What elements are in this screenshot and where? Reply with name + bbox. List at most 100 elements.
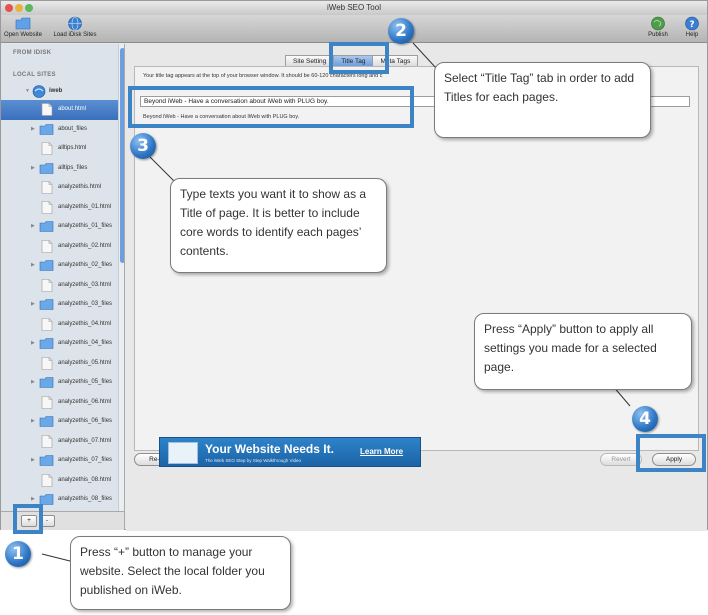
minimize-window-button[interactable] [15,4,23,12]
site-name: iweb [49,88,63,94]
sidebar-item-label: alltips.html [58,145,87,151]
sidebar-item-label: analyzethis_05_files [58,379,113,385]
folder-icon [15,17,31,30]
open-website-button[interactable]: Open Website [3,16,43,38]
sidebar-item-label: analyzethis_06.html [58,398,112,405]
sidebar-item[interactable]: ▶ analyzethis_06_files [1,412,118,432]
sidebar-item-label: analyzethis_04_files [58,340,113,346]
svg-text:?: ? [689,20,694,30]
video-thumbnail-icon [168,442,198,464]
sidebar-item-label: analyzethis.html [58,184,102,190]
window-title: iWeb SEO Tool [327,3,381,12]
local-sites-heading: LOCAL SITES [13,72,56,78]
sidebar-item-label: about.html [58,106,87,112]
html-file-icon [41,317,53,331]
html-file-icon [41,181,53,194]
folder-icon [39,377,54,388]
step-2-badge: 2 [388,18,414,44]
sidebar: FROM IDISK LOCAL SITES ▼ iweb about.html… [1,44,125,511]
globe-icon [68,16,82,31]
disclosure-closed-icon[interactable]: ▶ [31,418,35,424]
html-file-icon [41,473,53,487]
step-3-badge: 3 [130,133,156,159]
sidebar-item[interactable]: about.html [1,100,118,120]
sidebar-item[interactable]: analyzethis_01.html [1,198,118,218]
sidebar-item[interactable]: ▶ about_files [1,120,118,140]
sidebar-item[interactable]: ▶ analyzethis_07_files [1,451,118,471]
sidebar-item-label: alltips_files [58,164,88,171]
load-idisk-button[interactable]: Load iDisk Sites [49,16,101,38]
folder-icon [39,260,54,271]
sidebar-item[interactable]: analyzethis_08.html [1,471,118,491]
disclosure-open-icon[interactable]: ▼ [25,88,30,94]
html-file-icon [41,278,53,292]
sidebar-item-label: analyzethis_02.html [58,242,112,249]
sidebar-item-label: analyzethis_03.html [58,281,112,288]
iweb-site-icon [32,85,46,98]
sidebar-item-label: analyzethis_01.html [58,203,112,210]
sidebar-item[interactable]: ▶ analyzethis_04_files [1,334,118,354]
disclosure-closed-icon[interactable]: ▶ [31,223,35,229]
sidebar-item-label: analyzethis_08.html [58,476,112,483]
disclosure-closed-icon[interactable]: ▶ [31,457,35,463]
step-1-callout: Press “+” button to manage your website.… [70,536,291,610]
sidebar-item-label: analyzethis_06_files [58,418,113,424]
promo-banner[interactable]: Your Website Needs It. The iWeb SEO Step… [159,437,421,467]
title-input-highlight [128,86,414,128]
sidebar-item[interactable]: analyzethis_04.html [1,315,118,335]
publish-label: Publish [648,32,668,38]
sidebar-item-label: analyzethis_03_files [58,301,113,307]
sidebar-item-label: analyzethis_01_files [58,223,113,229]
folder-icon [39,299,54,310]
step-3-callout: Type texts you want it to show as a Titl… [170,178,387,273]
sidebar-item[interactable]: analyzethis_03.html [1,276,118,296]
sidebar-scrollbar[interactable] [118,44,124,511]
help-icon: ? [685,16,699,31]
learn-more-link[interactable]: Learn More [360,447,403,456]
sidebar-item[interactable]: alltips.html [1,139,118,159]
sidebar-item-label: analyzethis_04.html [58,320,112,327]
disclosure-closed-icon[interactable]: ▶ [31,262,35,268]
sidebar-item-label: analyzethis_02_files [58,262,113,268]
step-2-callout: Select “Title Tag” tab in order to add T… [434,62,651,138]
disclosure-closed-icon[interactable]: ▶ [31,496,35,502]
html-file-icon [41,395,53,409]
step-1-badge: 1 [5,541,31,567]
sidebar-item[interactable]: ▶ analyzethis_03_files [1,295,118,315]
sidebar-item[interactable]: ▶ alltips_files [1,159,118,179]
folder-icon [39,455,54,466]
folder-icon [39,416,54,427]
html-file-icon [41,200,53,214]
close-window-button[interactable] [5,4,13,12]
sidebar-item[interactable]: analyzethis_05.html [1,354,118,374]
help-button[interactable]: ? Help [681,16,703,38]
disclosure-closed-icon[interactable]: ▶ [31,126,35,132]
sidebar-item[interactable]: ▶ analyzethis_05_files [1,373,118,393]
publish-globe-icon [651,16,665,31]
sidebar-item[interactable]: analyzethis_02.html [1,237,118,257]
folder-icon [39,338,54,349]
sidebar-item[interactable]: analyzethis_07.html [1,432,118,452]
banner-subline: The iWeb SEO Step by Step Walkthrough Vi… [205,458,301,463]
disclosure-closed-icon[interactable]: ▶ [31,340,35,346]
sidebar-scroll-thumb[interactable] [120,48,124,263]
open-website-label: Open Website [4,32,42,38]
folder-icon [39,162,54,174]
step-4-badge: 4 [632,406,658,432]
sidebar-item[interactable]: ▶ analyzethis_02_files [1,256,118,276]
disclosure-closed-icon[interactable]: ▶ [31,379,35,385]
title-tag-tab-highlight [329,42,389,74]
html-file-icon [41,356,53,370]
sidebar-item[interactable]: analyzethis_06.html [1,393,118,413]
html-file-icon [41,142,53,155]
site-root-item[interactable]: ▼ iweb [1,82,118,102]
banner-headline: Your Website Needs It. [205,442,334,456]
publish-button[interactable]: Publish [645,16,671,38]
disclosure-closed-icon[interactable]: ▶ [31,165,35,171]
sidebar-item[interactable]: ▶ analyzethis_01_files [1,217,118,237]
zoom-window-button[interactable] [25,4,33,12]
toolbar: Open Website Load iDisk Sites Publish ? … [1,15,707,43]
sidebar-item[interactable]: analyzethis.html [1,178,118,198]
disclosure-closed-icon[interactable]: ▶ [31,301,35,307]
help-label: Help [685,32,699,38]
